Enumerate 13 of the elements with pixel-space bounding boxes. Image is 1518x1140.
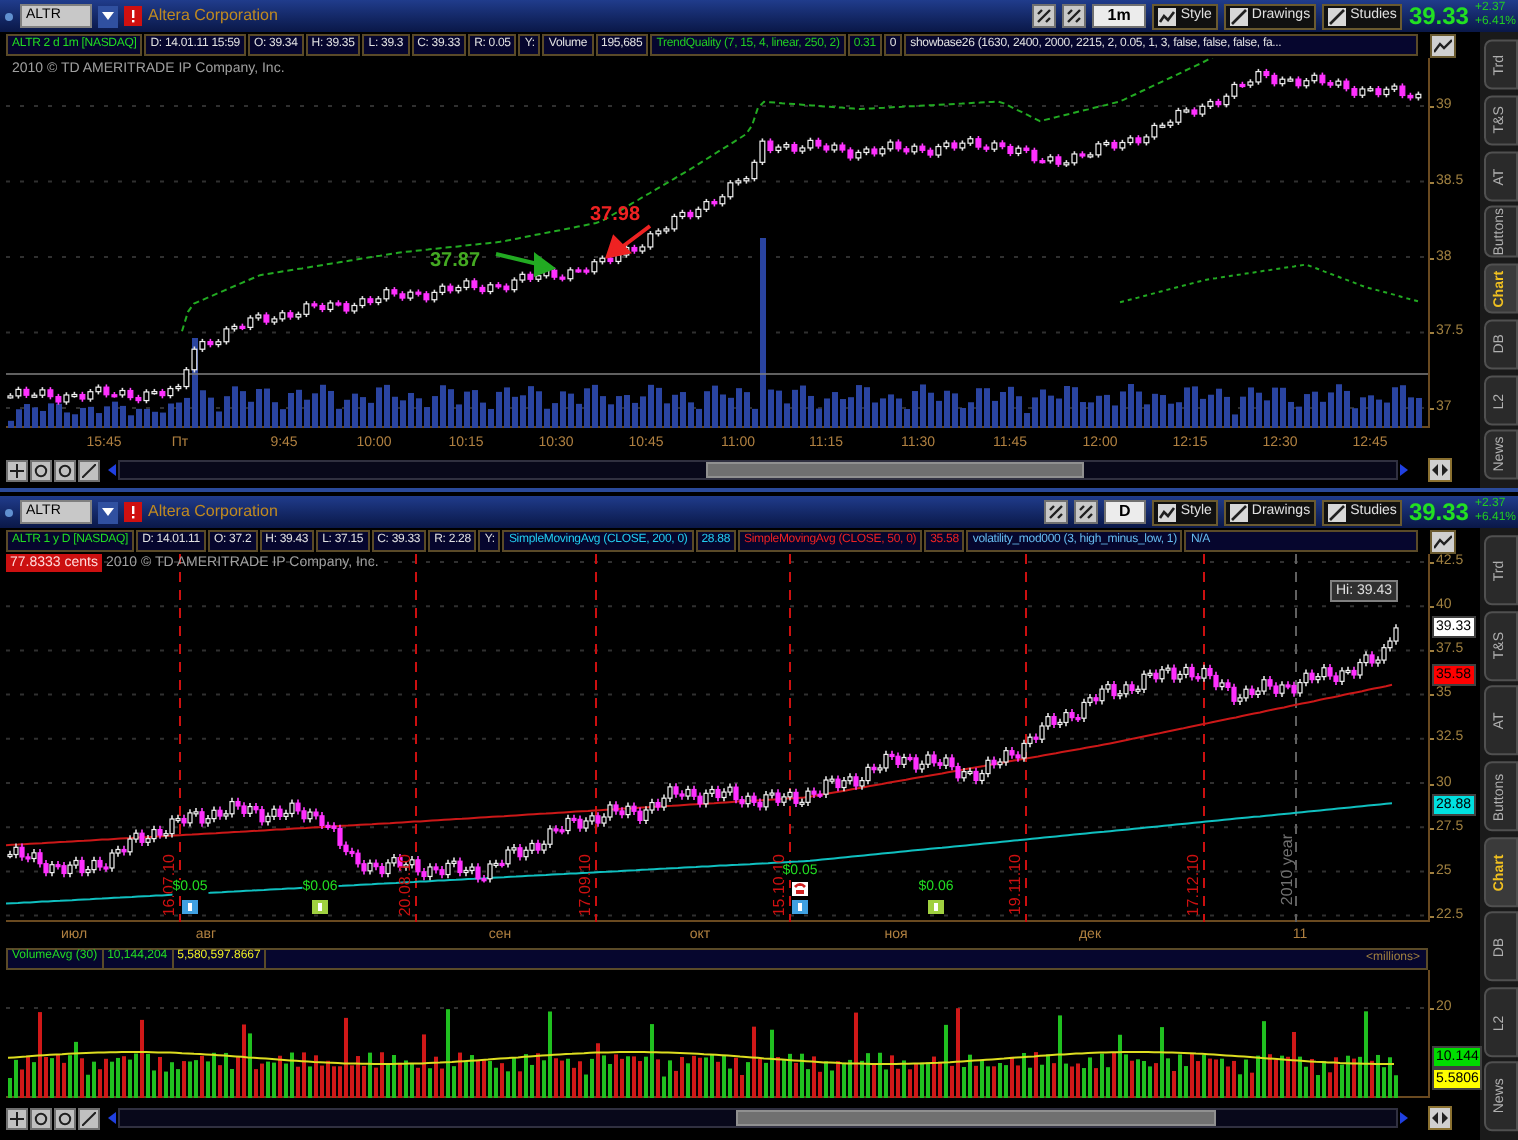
aggregation-button[interactable]: 1m [1091, 4, 1147, 28]
company-name: Altera Corporation [148, 4, 278, 28]
last-price: 39.33 [1408, 2, 1469, 30]
price-annotation: 37.87 [430, 250, 481, 272]
last-price: 39.33 [1408, 498, 1469, 526]
year-label: 2010 year [1276, 834, 1298, 906]
event-date: 19.11.10 [1006, 854, 1024, 916]
aggregation-button[interactable]: D [1103, 500, 1147, 524]
company-name: Altera Corporation [148, 500, 278, 524]
event-date: 17.09.10 [576, 854, 594, 917]
price-annotation: 37.98 [590, 204, 641, 226]
event-date: 17.12.10 [1184, 854, 1202, 917]
event-date: 20.08.10 [396, 854, 414, 917]
